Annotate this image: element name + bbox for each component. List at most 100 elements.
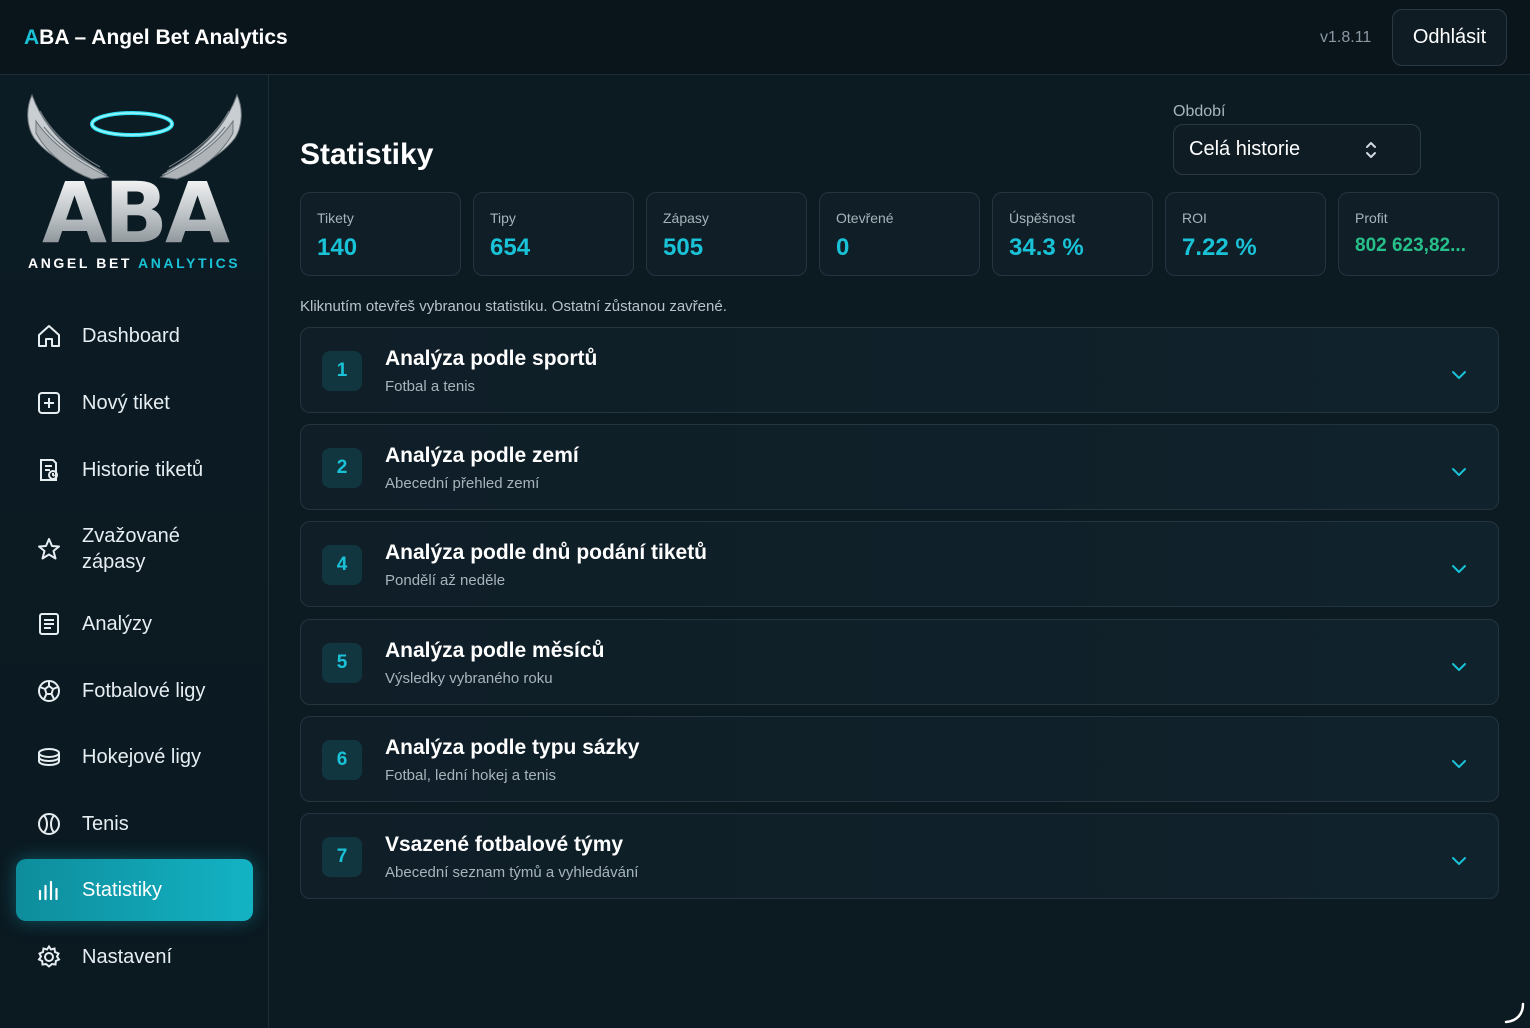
section-title: Analýza podle zemí [385,444,579,467]
page-title: Statistiky [300,138,434,171]
resize-handle-icon[interactable] [1503,1002,1525,1024]
section-number: 6 [322,740,362,780]
stat-card-tickets: Tikety 140 [300,192,461,276]
accordion-days[interactable]: 4 Analýza podle dnů podání tiketů Ponděl… [300,521,1499,607]
stat-value: 7.22 % [1182,234,1257,261]
stat-value: 654 [490,234,531,261]
section-subtitle: Výsledky vybraného roku [385,670,553,687]
stat-value: 34.3 % [1009,234,1084,261]
section-title: Analýza podle sportů [385,347,598,370]
logo-letters: ABA [22,171,247,255]
stat-card-success-rate: Úspěšnost 34.3 % [992,192,1153,276]
section-title: Vsazené fotbalové týmy [385,833,624,856]
logo-subtitle-white: ANGEL BET [28,255,139,271]
nav-item-ticket-history[interactable]: Historie tiketů [16,439,253,501]
stat-label: Profit [1355,210,1388,226]
version-label: v1.8.11 [1320,29,1372,46]
app-title-text: BA – Angel Bet Analytics [39,26,288,49]
document-icon [39,613,59,635]
stat-value: 505 [663,234,704,261]
nav-label: Zvažované zápasy [82,525,180,573]
football-icon [38,680,60,702]
accordion-bet-type[interactable]: 6 Analýza podle typu sázky Fotbal, lední… [300,716,1499,802]
section-subtitle: Pondělí až neděle [385,572,506,589]
section-title: Analýza podle měsíců [385,639,605,662]
bar-chart-icon [38,880,58,901]
logo-subtitle-cyan: ANALYTICS [138,255,241,271]
section-subtitle: Abecední seznam týmů a vyhledávání [385,864,639,881]
nav-label: Nový tiket [82,392,170,414]
period-label: Období [1173,103,1226,120]
hockey-puck-icon [38,748,60,767]
stat-label: Tikety [317,210,354,226]
section-subtitle: Fotbal a tenis [385,378,476,395]
ticket-history-icon [40,459,58,481]
chevron-down-icon [1452,565,1466,573]
accordion-football-teams[interactable]: 7 Vsazené fotbalové týmy Abecední seznam… [300,813,1499,899]
nav-label: Analýzy [82,613,153,635]
home-icon [38,325,60,347]
section-number: 4 [322,545,362,585]
stat-label: Otevřené [836,210,894,226]
app-title-accent: A [24,26,40,49]
logout-button[interactable]: Odhlásit [1392,9,1507,66]
period-select[interactable]: Celá historie [1173,124,1421,175]
nav-item-statistics[interactable]: Statistiky [16,859,253,921]
section-title: Analýza podle typu sázky [385,736,640,759]
chevron-down-icon [1452,468,1466,476]
nav-item-tennis[interactable]: Tenis [16,793,253,855]
stat-value: 802 623,82... [1355,235,1466,256]
updown-chevron-icon [1366,142,1376,158]
sidebar: ABA ANGEL BET ANALYTICS Dashboard Nový t… [0,75,269,1028]
hint-text: Kliknutím otevřeš vybranou statistiku. O… [300,298,727,315]
stat-value: 0 [836,234,850,261]
nav-item-hockey-leagues[interactable]: Hokejové ligy [16,726,253,788]
stat-label: Zápasy [663,210,709,226]
chevron-down-icon [1452,663,1466,671]
gear-icon [37,944,61,968]
nav-label: Nastavení [82,946,173,968]
nav-label: Statistiky [82,879,163,901]
chevron-down-icon [1452,857,1466,865]
accordion-countries[interactable]: 2 Analýza podle zemí Abecední přehled ze… [300,424,1499,510]
nav-item-analyses[interactable]: Analýzy [16,593,253,655]
nav-item-dashboard[interactable]: Dashboard [16,305,253,367]
section-number: 7 [322,837,362,877]
stat-label: Tipy [490,210,516,226]
section-title: Analýza podle dnů podání tiketů [385,541,708,564]
nav-item-settings[interactable]: Nastavení [16,926,253,988]
stat-label: ROI [1182,210,1207,226]
logo-subtitle: ANGEL BET ANALYTICS [28,255,240,271]
star-icon [38,538,60,560]
stat-card-roi: ROI 7.22 % [1165,192,1326,276]
section-number: 2 [322,448,362,488]
nav-item-football-leagues[interactable]: Fotbalové ligy [16,660,253,722]
section-subtitle: Abecední přehled zemí [385,475,540,492]
stat-card-profit: Profit 802 623,82... [1338,192,1499,276]
chevron-down-icon [1452,371,1466,379]
nav-label: Fotbalové ligy [82,680,206,702]
nav-label: Dashboard [82,325,180,347]
section-number: 1 [322,351,362,391]
chevron-down-icon [1452,760,1466,768]
nav-label: Historie tiketů [82,459,204,481]
app-title: ABA – Angel Bet Analytics [24,26,288,50]
stat-card-matches: Zápasy 505 [646,192,807,276]
period-select-value: Celá historie [1189,138,1301,160]
section-number: 5 [322,643,362,683]
stat-value: 140 [317,234,358,261]
nav-label: Tenis [82,813,129,835]
stat-card-open: Otevřené 0 [819,192,980,276]
accordion-sports[interactable]: 1 Analýza podle sportů Fotbal a tenis [300,327,1499,413]
tennis-ball-icon [38,813,60,835]
accordion-months[interactable]: 5 Analýza podle měsíců Výsledky vybranéh… [300,619,1499,705]
aba-logo: ABA ANGEL BET ANALYTICS [22,93,247,283]
plus-square-icon [38,392,60,414]
stat-label: Úspěšnost [1009,210,1076,226]
nav-item-new-ticket[interactable]: Nový tiket [16,372,253,434]
nav-label: Hokejové ligy [82,746,201,768]
nav-item-considered-matches[interactable]: Zvažované zápasy [16,516,253,582]
top-bar: ABA – Angel Bet Analytics v1.8.11 Odhlás… [0,0,1530,75]
stat-card-tips: Tipy 654 [473,192,634,276]
section-subtitle: Fotbal, lední hokej a tenis [385,767,556,784]
